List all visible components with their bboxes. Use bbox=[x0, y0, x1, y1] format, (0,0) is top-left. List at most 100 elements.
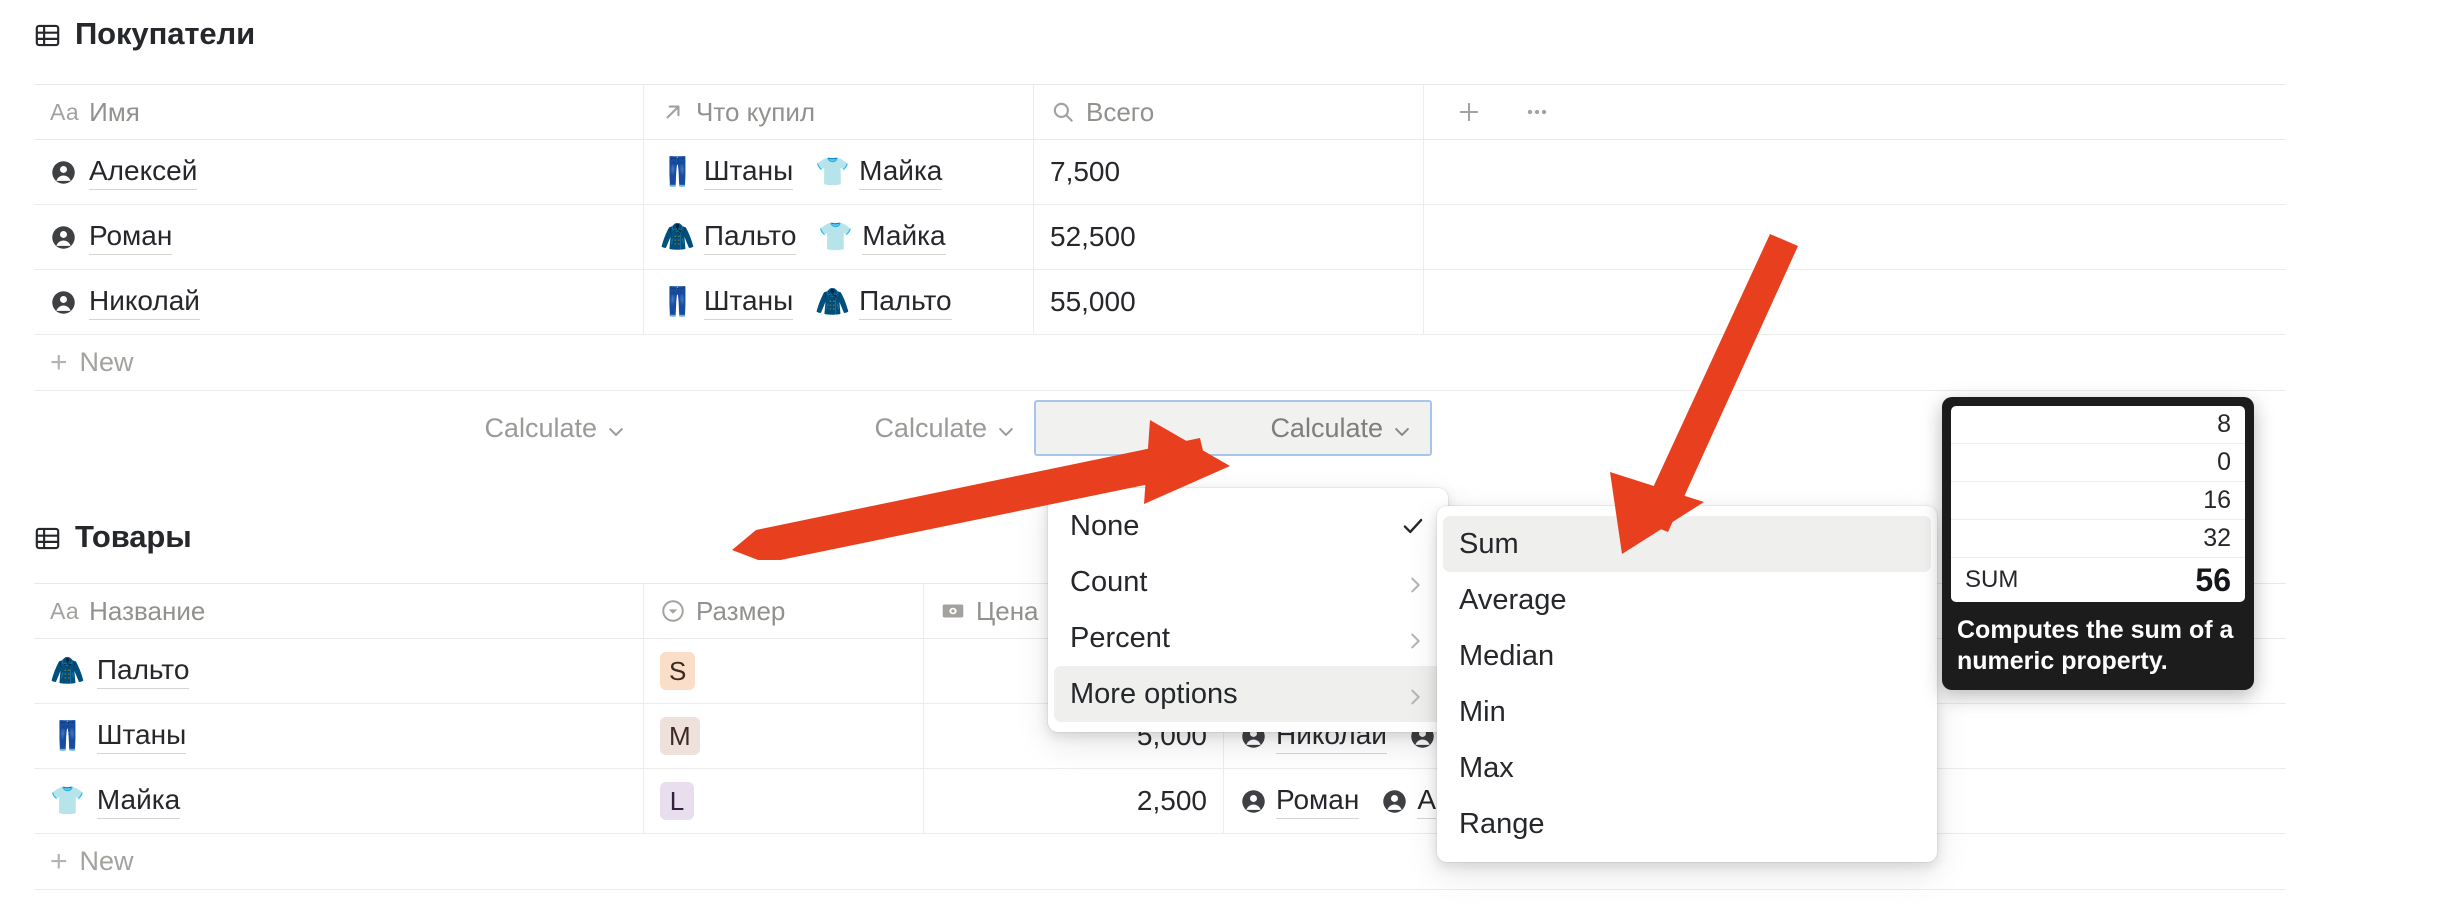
products-cell-size[interactable]: L bbox=[644, 769, 924, 833]
table-row[interactable]: Алексей 👖 Штаны 👕 Майка 7,500 bbox=[34, 140, 2286, 205]
buyers-calculate-bar: Calculate Calculate Calculate bbox=[34, 400, 1432, 456]
buyer-link[interactable]: Роман bbox=[1276, 784, 1360, 819]
buyers-col-label-1: Что купил bbox=[696, 96, 816, 127]
calculate-button-bought[interactable]: Calculate bbox=[644, 400, 1034, 456]
products-database-title[interactable]: Товары bbox=[34, 519, 192, 555]
tooltip-value-row: 0 bbox=[1951, 444, 2245, 482]
buyers-column-header-total[interactable]: Всего bbox=[1034, 85, 1424, 139]
buyers-total-1: 52,500 bbox=[1050, 221, 1136, 252]
buyers-column-header-name[interactable]: Aa Имя bbox=[34, 85, 644, 139]
buyers-title-text: Покупатели bbox=[75, 16, 256, 51]
products-new-row-button[interactable]: + New bbox=[34, 834, 2286, 890]
products-cell-size[interactable]: M bbox=[644, 704, 924, 768]
menu-item-none[interactable]: None bbox=[1054, 498, 1442, 554]
menu-item-label: None bbox=[1070, 509, 1140, 542]
products-name-0[interactable]: Пальто bbox=[96, 654, 190, 689]
relation-chip[interactable]: 👖 Штаны bbox=[660, 155, 794, 190]
products-column-header-size[interactable]: Размер bbox=[644, 584, 924, 638]
buyers-new-label: New bbox=[79, 347, 134, 377]
buyers-cell-name[interactable]: Алексей bbox=[34, 140, 644, 204]
calculate-button-name[interactable]: Calculate bbox=[34, 400, 644, 456]
relation-chip[interactable]: 👕 Майка bbox=[815, 155, 943, 190]
relation-chip[interactable]: Роман bbox=[1240, 784, 1360, 819]
submenu-item-label: Median bbox=[1459, 639, 1555, 672]
tooltip-value-row: 8 bbox=[1951, 406, 2245, 444]
calculate-label-1: Calculate bbox=[874, 412, 987, 443]
table-row[interactable]: Роман 🧥 Пальто 👕 Майка 52,500 bbox=[34, 205, 2286, 270]
products-cell-name[interactable]: 🧥 Пальто bbox=[34, 639, 644, 703]
relation-chip[interactable]: 🧥 Пальто bbox=[660, 220, 797, 255]
submenu-item-median[interactable]: Median bbox=[1443, 628, 1931, 684]
more-options-submenu: Sum Average Median Min Max Range bbox=[1437, 506, 1937, 862]
buyers-cell-name[interactable]: Роман bbox=[34, 205, 644, 269]
products-cell-size[interactable]: S bbox=[644, 639, 924, 703]
table-row[interactable]: Николай 👖 Штаны 🧥 Пальто 55,000 bbox=[34, 270, 2286, 335]
more-options-icon[interactable] bbox=[1524, 99, 1550, 125]
relation-label[interactable]: Штаны bbox=[703, 155, 794, 190]
tooltip-value: 16 bbox=[2203, 486, 2231, 514]
submenu-item-label: Average bbox=[1459, 583, 1567, 616]
submenu-item-sum[interactable]: Sum bbox=[1443, 516, 1931, 572]
buyers-cell-bought[interactable]: 👖 Штаны 🧥 Пальто bbox=[644, 270, 1034, 334]
submenu-item-min[interactable]: Min bbox=[1443, 684, 1931, 740]
buyers-total-2: 55,000 bbox=[1050, 286, 1136, 317]
buyers-column-header-bought[interactable]: Что купил bbox=[644, 85, 1034, 139]
buyers-cell-total[interactable]: 7,500 bbox=[1034, 140, 1424, 204]
buyers-cell-bought[interactable]: 🧥 Пальто 👕 Майка bbox=[644, 205, 1034, 269]
plus-icon: + bbox=[50, 345, 68, 379]
relation-chip[interactable]: 👖 Штаны bbox=[660, 285, 794, 320]
title-aa-icon: Aa bbox=[50, 98, 80, 125]
buyers-database-title[interactable]: Покупатели bbox=[34, 16, 255, 52]
menu-item-percent[interactable]: Percent bbox=[1054, 610, 1442, 666]
menu-item-count[interactable]: Count bbox=[1054, 554, 1442, 610]
sum-tooltip: 8 0 16 32 SUM 56 Computes the sum of a n… bbox=[1942, 397, 2254, 690]
buyers-cell-bought[interactable]: 👖 Штаны 👕 Майка bbox=[644, 140, 1034, 204]
products-name-1[interactable]: Штаны bbox=[96, 719, 187, 754]
products-col-label-1: Размер bbox=[696, 595, 786, 626]
tshirt-emoji-icon: 👕 bbox=[50, 785, 85, 816]
buyer-link[interactable]: А bbox=[1417, 784, 1436, 819]
submenu-item-range[interactable]: Range bbox=[1443, 796, 1931, 852]
table-row[interactable]: 👕 Майка L 2,500 Роман А bbox=[34, 769, 2286, 834]
tshirt-emoji-icon: 👕 bbox=[818, 221, 854, 252]
products-cell-name[interactable]: 👖 Штаны bbox=[34, 704, 644, 768]
buyers-cell-total[interactable]: 52,500 bbox=[1034, 205, 1424, 269]
tooltip-preview-card: 8 0 16 32 SUM 56 bbox=[1951, 406, 2245, 602]
relation-chip[interactable]: 👕 Майка bbox=[818, 220, 946, 255]
relation-label[interactable]: Майка bbox=[862, 220, 946, 255]
buyers-cell-empty bbox=[1424, 140, 2286, 204]
submenu-item-max[interactable]: Max bbox=[1443, 740, 1931, 796]
menu-item-more-options[interactable]: More options bbox=[1054, 666, 1442, 722]
buyers-new-row-button[interactable]: + New bbox=[34, 335, 2286, 391]
status-badge: M bbox=[660, 717, 700, 755]
products-price-2: 2,500 bbox=[1136, 785, 1207, 816]
coat-emoji-icon: 🧥 bbox=[815, 286, 851, 317]
products-cell-name[interactable]: 👕 Майка bbox=[34, 769, 644, 833]
person-icon bbox=[50, 289, 77, 316]
buyers-name-2[interactable]: Николай bbox=[89, 285, 200, 320]
products-cell-price[interactable]: 2,500 bbox=[924, 769, 1224, 833]
relation-chip[interactable]: А bbox=[1381, 784, 1436, 819]
relation-chip[interactable]: 🧥 Пальто bbox=[815, 285, 952, 320]
menu-item-label: Percent bbox=[1070, 621, 1170, 654]
relation-label[interactable]: Майка bbox=[859, 155, 943, 190]
relation-label[interactable]: Штаны bbox=[703, 285, 794, 320]
submenu-item-average[interactable]: Average bbox=[1443, 572, 1931, 628]
tooltip-value: 0 bbox=[2217, 448, 2231, 476]
products-column-header-name[interactable]: Aa Название bbox=[34, 584, 644, 638]
buyers-name-0[interactable]: Алексей bbox=[89, 155, 198, 190]
relation-label[interactable]: Пальто bbox=[703, 220, 797, 255]
add-column-icon[interactable] bbox=[1456, 99, 1482, 125]
buyers-cell-total[interactable]: 55,000 bbox=[1034, 270, 1424, 334]
products-name-2[interactable]: Майка bbox=[96, 784, 181, 819]
buyers-cell-name[interactable]: Николай bbox=[34, 270, 644, 334]
buyers-name-1[interactable]: Роман bbox=[89, 220, 173, 255]
rollup-search-icon bbox=[1050, 99, 1076, 125]
calculate-label-2: Calculate bbox=[1270, 412, 1383, 443]
submenu-item-label: Range bbox=[1459, 807, 1545, 840]
tooltip-value-row: 16 bbox=[1951, 482, 2245, 520]
calculate-button-total[interactable]: Calculate bbox=[1034, 400, 1432, 456]
relation-label[interactable]: Пальто bbox=[859, 285, 952, 320]
coat-emoji-icon: 🧥 bbox=[50, 655, 85, 686]
calculate-menu: None Count Percent More options bbox=[1048, 488, 1448, 732]
